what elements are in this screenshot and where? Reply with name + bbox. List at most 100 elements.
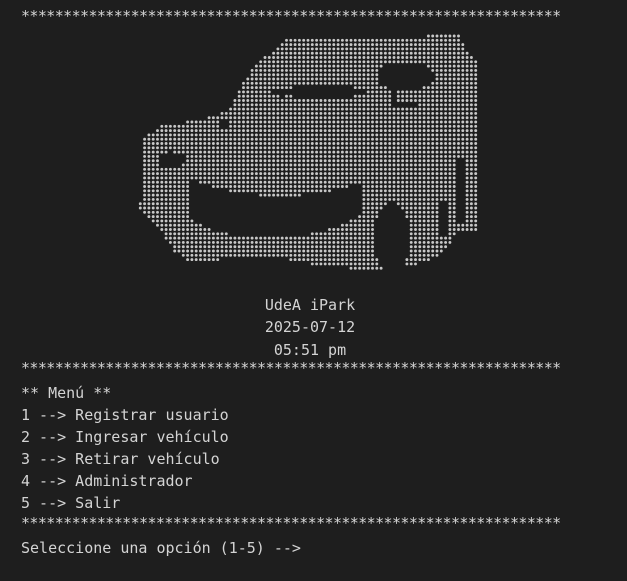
art-dot	[267, 68, 271, 72]
art-dot	[328, 232, 331, 236]
art-dot	[452, 146, 456, 150]
art-dot	[276, 245, 280, 249]
art-dot	[168, 180, 172, 184]
art-dot	[452, 176, 456, 180]
art-dot	[448, 120, 452, 124]
art-dot	[465, 197, 469, 201]
art-dot	[444, 56, 448, 59]
art-dot	[414, 249, 417, 253]
art-dot	[452, 206, 456, 210]
art-dot	[280, 107, 284, 111]
art-dot	[375, 210, 379, 214]
art-dot	[340, 103, 344, 107]
art-dot	[366, 120, 370, 124]
art-dot	[211, 176, 215, 180]
art-dot	[340, 68, 344, 72]
art-dot	[254, 129, 258, 133]
art-dot	[379, 163, 383, 167]
art-dot	[319, 176, 323, 180]
art-dot	[186, 189, 190, 193]
art-dot	[203, 253, 207, 257]
art-dot	[147, 185, 151, 188]
art-dot	[259, 150, 263, 154]
art-dot	[444, 163, 448, 167]
art-dot	[293, 129, 297, 133]
art-dot	[358, 68, 362, 72]
art-dot	[181, 167, 185, 171]
art-dot	[332, 81, 336, 85]
art-dot	[461, 133, 465, 137]
art-dot	[358, 137, 362, 141]
art-dot	[379, 90, 383, 94]
art-dot	[276, 77, 280, 81]
art-dot	[452, 137, 456, 141]
art-dot	[147, 172, 151, 176]
art-dot	[250, 77, 254, 81]
art-dot	[349, 124, 353, 128]
art-dot	[426, 51, 430, 55]
art-dot	[439, 38, 443, 42]
art-dot	[448, 215, 452, 219]
art-dot	[371, 43, 374, 47]
art-dot	[388, 129, 392, 133]
art-dot	[379, 266, 383, 270]
art-dot	[474, 219, 478, 223]
art-dot	[383, 38, 387, 42]
art-dot	[345, 262, 349, 266]
art-dot	[323, 47, 327, 51]
art-dot	[469, 116, 473, 120]
art-dot	[448, 43, 452, 47]
art-dot	[272, 56, 276, 59]
art-dot	[366, 163, 370, 167]
art-dot	[414, 197, 417, 201]
option-prompt[interactable]: Seleccione una opción (1-5) -->	[21, 537, 301, 559]
art-dot	[358, 163, 362, 167]
art-dot	[371, 129, 374, 133]
art-dot	[435, 223, 439, 227]
art-dot	[375, 133, 379, 137]
art-dot	[414, 228, 417, 231]
art-dot	[474, 99, 478, 102]
art-dot	[336, 154, 340, 158]
art-dot	[353, 116, 357, 120]
art-dot	[276, 129, 280, 133]
art-dot	[272, 253, 276, 257]
art-dot	[349, 43, 353, 47]
art-dot	[186, 210, 190, 214]
art-dot	[203, 232, 207, 236]
art-dot	[345, 38, 349, 42]
art-dot	[319, 47, 323, 51]
art-dot	[224, 236, 228, 240]
art-dot	[233, 189, 237, 193]
art-dot	[199, 154, 202, 158]
art-dot	[469, 223, 473, 227]
art-dot	[375, 197, 379, 201]
art-dot	[345, 43, 349, 47]
art-dot	[375, 150, 379, 154]
art-dot	[254, 81, 258, 85]
art-dot	[186, 219, 190, 223]
art-dot	[431, 43, 435, 47]
art-dot	[216, 142, 220, 145]
art-dot	[186, 253, 190, 257]
art-dot	[418, 60, 422, 64]
art-dot	[379, 146, 383, 150]
art-dot	[465, 99, 469, 102]
art-dot	[216, 249, 220, 253]
art-dot	[405, 154, 409, 158]
art-dot	[340, 146, 344, 150]
art-dot	[293, 193, 297, 197]
art-dot	[439, 77, 443, 81]
art-dot	[371, 146, 374, 150]
art-dot	[315, 133, 319, 137]
art-dot	[297, 116, 301, 120]
art-dot	[422, 240, 426, 244]
art-dot	[302, 73, 306, 77]
art-dot	[431, 228, 435, 231]
art-dot	[336, 43, 340, 47]
art-dot	[435, 228, 439, 231]
art-dot	[143, 193, 147, 197]
art-dot	[323, 124, 327, 128]
art-dot	[396, 116, 400, 120]
art-dot	[431, 47, 435, 51]
